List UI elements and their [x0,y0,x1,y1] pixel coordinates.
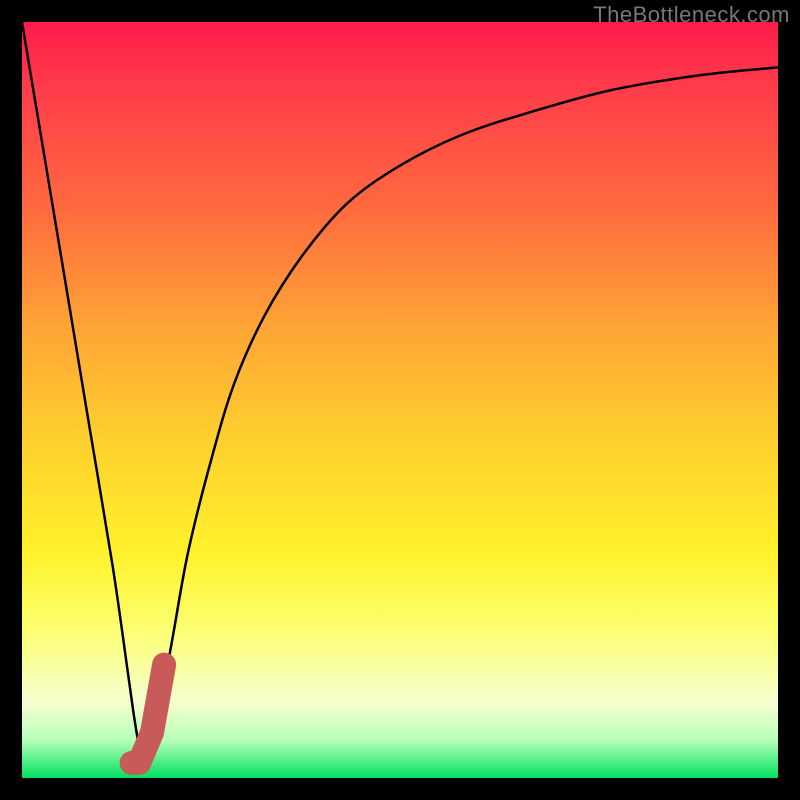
watermark-text: TheBottleneck.com [593,2,790,28]
bottleneck-curve [22,22,778,765]
highlight-marker [132,665,165,763]
chart-frame: TheBottleneck.com [0,0,800,800]
chart-svg [22,22,778,778]
chart-plot-area [22,22,778,778]
